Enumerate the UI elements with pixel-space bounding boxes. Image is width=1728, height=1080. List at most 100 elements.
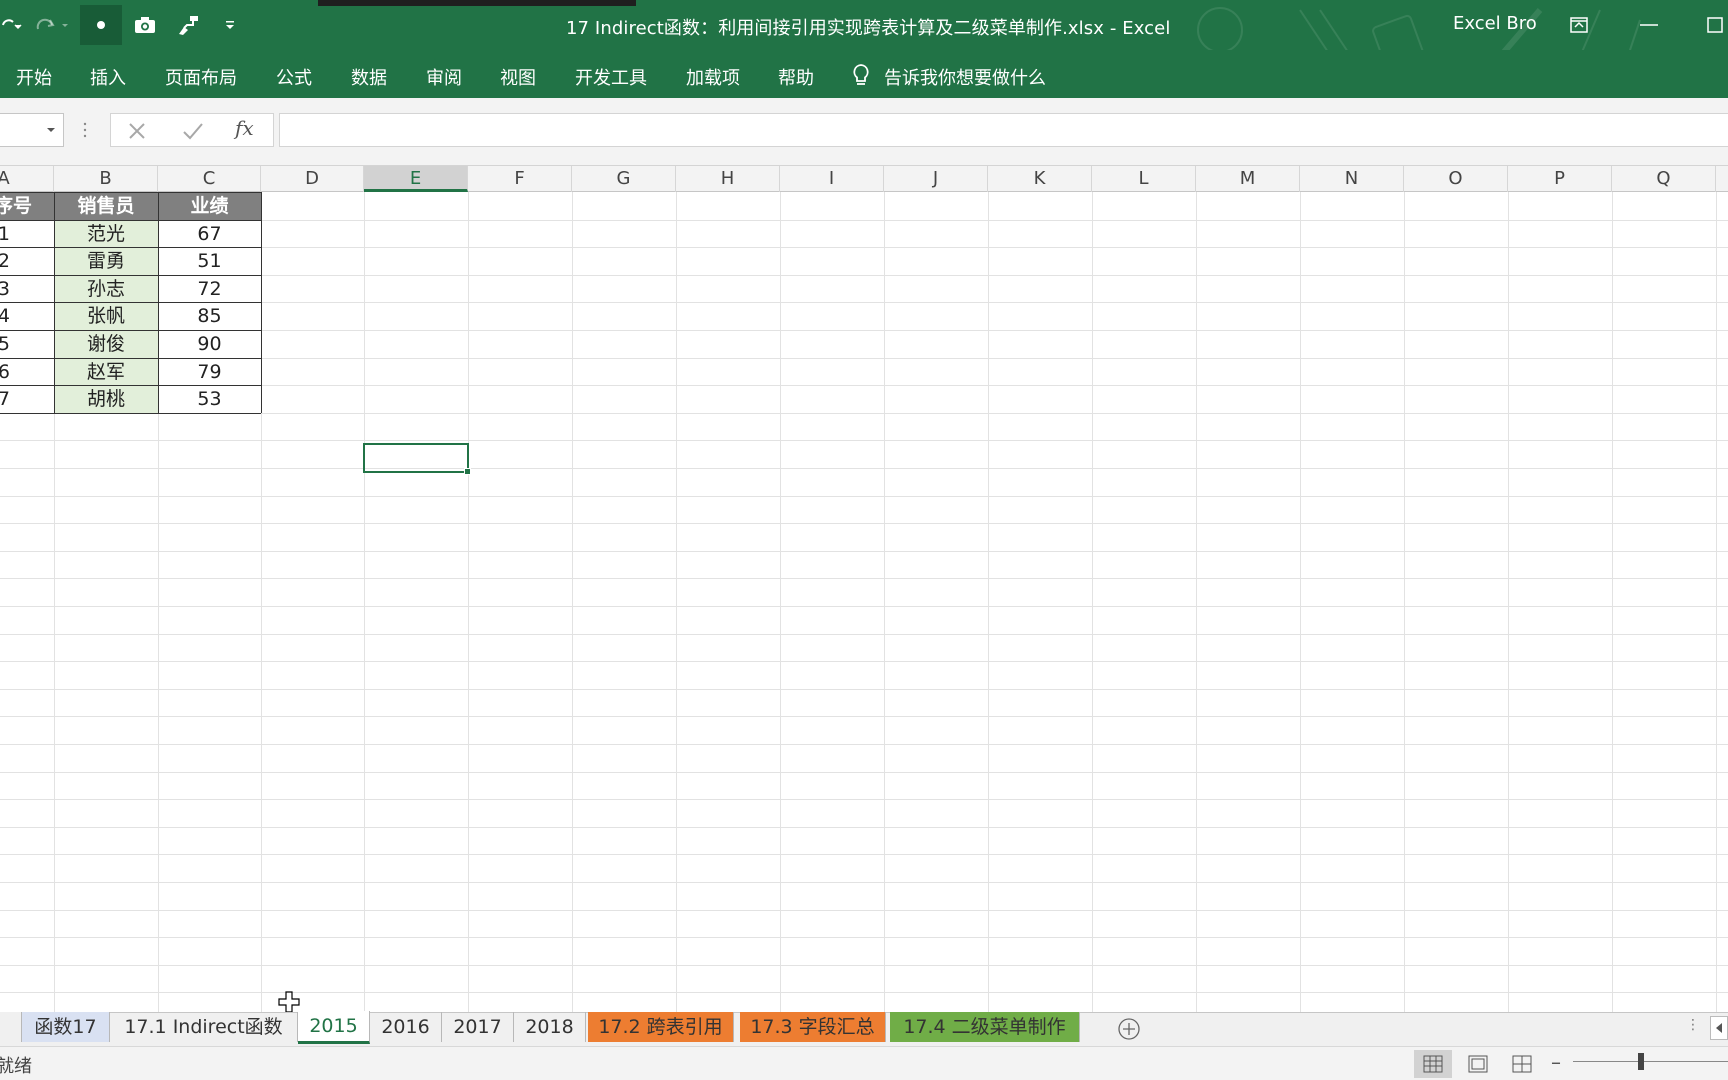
table-cell[interactable]: 6 bbox=[0, 358, 54, 386]
grid-row-line bbox=[0, 606, 1728, 607]
undo-icon[interactable] bbox=[0, 8, 24, 42]
sheet-tab-7[interactable]: 17.3 字段汇总 bbox=[740, 1012, 886, 1042]
column-header-n[interactable]: N bbox=[1300, 166, 1404, 192]
grid-column-line bbox=[1716, 192, 1717, 1012]
table-cell[interactable]: 1 bbox=[0, 220, 54, 248]
record-icon[interactable] bbox=[80, 5, 122, 45]
tab-scroll-left-icon[interactable] bbox=[1710, 1016, 1728, 1040]
tab-page-layout[interactable]: 页面布局 bbox=[165, 64, 237, 90]
add-sheet-icon[interactable] bbox=[1117, 1017, 1141, 1041]
table-cell[interactable]: 3 bbox=[0, 275, 54, 303]
table-cell[interactable]: 67 bbox=[158, 220, 261, 248]
column-header-b[interactable]: B bbox=[54, 166, 158, 192]
column-header-c[interactable]: C bbox=[158, 166, 261, 192]
redo-icon[interactable] bbox=[32, 8, 76, 42]
tab-split-handle-icon[interactable]: ⋮ bbox=[1686, 1017, 1700, 1033]
tab-home[interactable]: 开始 bbox=[16, 64, 52, 90]
table-cell[interactable]: 赵军 bbox=[54, 357, 158, 386]
grid-row-line bbox=[0, 937, 1728, 939]
page-layout-view-icon[interactable] bbox=[1459, 1050, 1497, 1078]
column-header-j[interactable]: J bbox=[884, 166, 988, 192]
table-cell[interactable]: 雷勇 bbox=[54, 247, 158, 275]
column-header-g[interactable]: G bbox=[572, 166, 676, 192]
minimize-icon[interactable] bbox=[1636, 13, 1662, 37]
table-header[interactable]: 业绩 bbox=[158, 192, 261, 220]
tab-developer[interactable]: 开发工具 bbox=[575, 64, 647, 90]
column-header-e[interactable]: E bbox=[364, 166, 468, 192]
tab-data[interactable]: 数据 bbox=[351, 64, 387, 90]
table-cell[interactable]: 5 bbox=[0, 330, 54, 358]
table-cell[interactable]: 孙志 bbox=[54, 274, 158, 303]
sheet-tab-3[interactable]: 2016 bbox=[370, 1012, 442, 1042]
sheet-tab-8[interactable]: 17.4 二级菜单制作 bbox=[890, 1012, 1080, 1042]
column-header-a[interactable]: A bbox=[0, 166, 54, 192]
lightbulb-icon[interactable] bbox=[849, 62, 873, 90]
table-border bbox=[0, 274, 261, 276]
column-header-o[interactable]: O bbox=[1404, 166, 1508, 192]
format-painter-icon[interactable] bbox=[168, 8, 208, 42]
tab-insert[interactable]: 插入 bbox=[90, 64, 126, 90]
sheet-tab-1[interactable]: 17.1 Indirect函数 bbox=[110, 1012, 298, 1042]
table-cell[interactable]: 72 bbox=[158, 275, 261, 303]
page-break-view-icon[interactable] bbox=[1503, 1050, 1541, 1078]
tab-help[interactable]: 帮助 bbox=[778, 64, 814, 90]
column-header-f[interactable]: F bbox=[468, 166, 572, 192]
fill-handle[interactable] bbox=[464, 468, 471, 475]
user-name[interactable]: Excel Bro bbox=[1453, 13, 1537, 34]
column-header-k[interactable]: K bbox=[988, 166, 1092, 192]
maximize-icon[interactable] bbox=[1702, 13, 1728, 37]
table-cell[interactable]: 79 bbox=[158, 358, 261, 386]
tab-add-ins[interactable]: 加载项 bbox=[686, 64, 740, 90]
tell-me-search[interactable]: 告诉我你想要做什么 bbox=[884, 64, 1046, 90]
table-cell[interactable]: 2 bbox=[0, 247, 54, 275]
formula-input[interactable] bbox=[279, 113, 1728, 147]
grid-row-line bbox=[0, 440, 1728, 442]
insert-function-icon[interactable]: fx bbox=[235, 116, 254, 140]
column-header-m[interactable]: M bbox=[1196, 166, 1300, 192]
active-cell-e10[interactable] bbox=[363, 443, 469, 473]
window-drag-handle[interactable] bbox=[318, 0, 636, 6]
sheet-tab-prev-hidden[interactable] bbox=[0, 1012, 22, 1042]
column-header-l[interactable]: L bbox=[1092, 166, 1196, 192]
ribbon-display-options-icon[interactable] bbox=[1566, 13, 1592, 37]
document-title: 17 Indirect函数：利用间接引用实现跨表计算及二级菜单制作.xlsx -… bbox=[566, 18, 1171, 39]
grid-column-line bbox=[1404, 192, 1405, 1012]
column-header-d[interactable]: D bbox=[261, 166, 364, 192]
table-header[interactable]: 序号 bbox=[0, 192, 54, 220]
table-cell[interactable]: 胡桃 bbox=[54, 385, 158, 413]
tab-review[interactable]: 审阅 bbox=[426, 64, 462, 90]
drag-handle-icon[interactable] bbox=[82, 120, 88, 140]
zoom-slider[interactable] bbox=[1573, 1061, 1728, 1062]
table-header[interactable]: 销售员 bbox=[54, 192, 158, 220]
table-border bbox=[261, 192, 262, 413]
table-cell[interactable]: 53 bbox=[158, 385, 261, 413]
sheet-tab-4[interactable]: 2017 bbox=[442, 1012, 514, 1042]
table-cell[interactable]: 7 bbox=[0, 385, 54, 413]
sheet-tab-5[interactable]: 2018 bbox=[514, 1012, 586, 1042]
normal-view-icon[interactable] bbox=[1414, 1050, 1452, 1078]
table-cell[interactable]: 4 bbox=[0, 302, 54, 330]
grid-row-line bbox=[0, 468, 1728, 469]
table-cell[interactable]: 谢俊 bbox=[54, 330, 158, 358]
sheet-tab-6[interactable]: 17.2 跨表引用 bbox=[588, 1012, 734, 1042]
sheet-tab-2[interactable]: 2015 bbox=[298, 1011, 370, 1044]
camera-icon[interactable] bbox=[128, 8, 162, 42]
sheet-tab-0[interactable]: 函数17 bbox=[22, 1012, 110, 1042]
chevron-down-icon[interactable] bbox=[46, 126, 56, 134]
enter-icon[interactable] bbox=[182, 121, 204, 141]
zoom-out-button[interactable]: – bbox=[1551, 1050, 1561, 1074]
tab-formulas[interactable]: 公式 bbox=[276, 64, 312, 90]
column-header-q[interactable]: Q bbox=[1612, 166, 1716, 192]
table-cell[interactable]: 51 bbox=[158, 247, 261, 275]
tab-view[interactable]: 视图 bbox=[500, 64, 536, 90]
table-cell[interactable]: 张帆 bbox=[54, 302, 158, 330]
table-cell[interactable]: 范光 bbox=[54, 219, 158, 248]
cancel-icon[interactable] bbox=[127, 121, 147, 141]
table-cell[interactable]: 85 bbox=[158, 302, 261, 330]
table-cell[interactable]: 90 bbox=[158, 330, 261, 358]
column-header-p[interactable]: P bbox=[1508, 166, 1612, 192]
column-header-i[interactable]: I bbox=[780, 166, 884, 192]
column-header-h[interactable]: H bbox=[676, 166, 780, 192]
zoom-slider-thumb[interactable] bbox=[1638, 1053, 1644, 1070]
customize-icon[interactable] bbox=[218, 8, 242, 42]
